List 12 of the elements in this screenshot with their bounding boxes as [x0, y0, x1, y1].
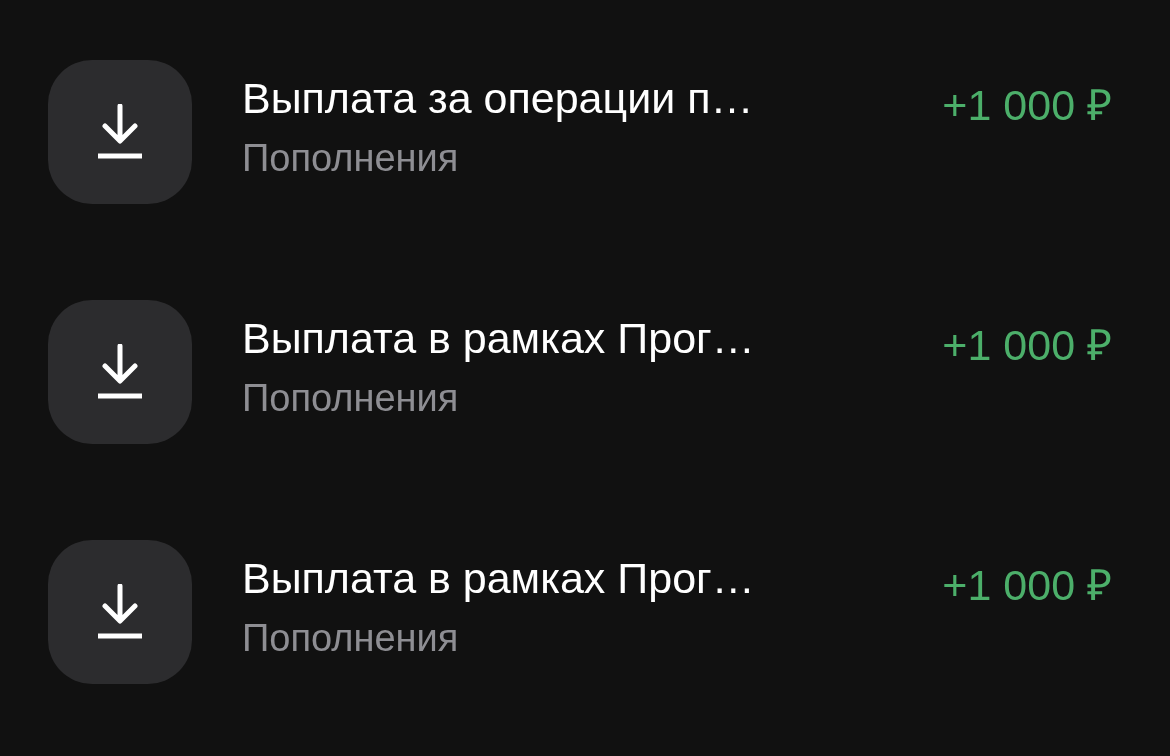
- transaction-category: Пополнения: [242, 617, 460, 660]
- transaction-title: Выплата в рамках Прог…: [242, 554, 756, 603]
- transaction-category: Пополнения: [242, 377, 460, 420]
- transaction-title: Выплата за операции п…: [242, 74, 755, 123]
- transaction-amount: +1 000 ₽: [942, 320, 1112, 371]
- download-icon: [96, 584, 144, 640]
- transaction-amount: +1 000 ₽: [942, 560, 1112, 611]
- transaction-category: Пополнения: [242, 137, 460, 180]
- transaction-title: Выплата в рамках Прог…: [242, 314, 756, 363]
- transaction-amount: +1 000 ₽: [942, 80, 1112, 131]
- download-icon: [96, 104, 144, 160]
- download-icon: [96, 344, 144, 400]
